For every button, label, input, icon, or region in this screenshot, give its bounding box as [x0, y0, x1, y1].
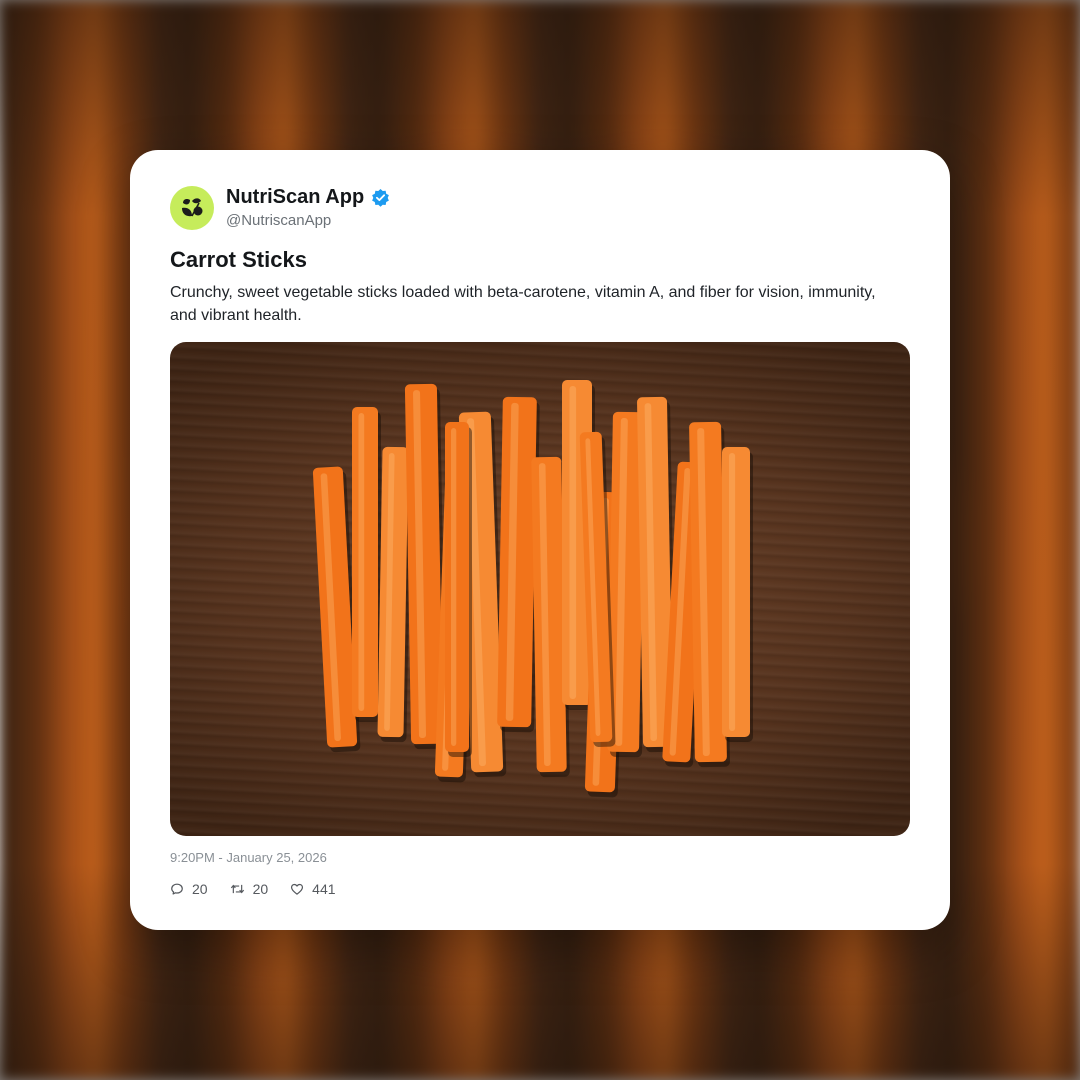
reply-icon	[171, 883, 183, 895]
post-title: Carrot Sticks	[170, 247, 307, 272]
author-name-row: NutriScan App	[226, 186, 390, 209]
carrot-stick	[377, 446, 412, 743]
author-handle[interactable]: @NutriscanApp	[226, 212, 331, 229]
like-button[interactable]: 441	[290, 881, 336, 897]
post-card: NutriScan App @NutriscanApp Carrot Stick…	[130, 150, 950, 930]
reply-button[interactable]: 20	[170, 881, 208, 897]
carrot-stick	[352, 407, 381, 722]
author-name[interactable]: NutriScan App	[226, 186, 364, 209]
post-image[interactable]	[170, 342, 910, 836]
carrot-stick	[722, 447, 753, 742]
plant-leaf-logo-icon	[182, 198, 203, 217]
avatar[interactable]	[170, 186, 214, 230]
carrot-stick	[445, 422, 472, 757]
carrot-sticks-illustration	[312, 380, 753, 798]
post-actions: 20 20 441	[170, 881, 358, 897]
post-timestamp: 9:20PM - January 25, 2026	[170, 850, 327, 865]
repost-count: 20	[252, 881, 269, 897]
heart-icon	[291, 883, 304, 895]
like-count: 441	[312, 881, 336, 897]
verified-badge-icon	[371, 188, 390, 207]
repost-button[interactable]: 20	[230, 881, 269, 897]
post-description: Crunchy, sweet vegetable sticks loaded w…	[170, 284, 876, 324]
reply-count: 20	[192, 881, 208, 897]
repost-icon	[230, 884, 244, 894]
